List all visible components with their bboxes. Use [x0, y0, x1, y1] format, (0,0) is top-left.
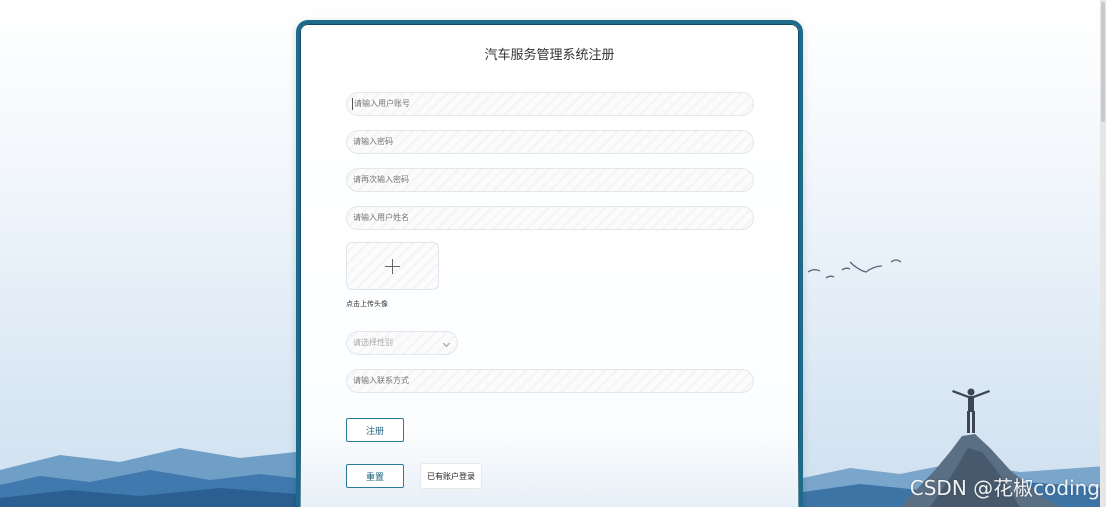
- avatar-upload[interactable]: [346, 242, 439, 290]
- name-field[interactable]: [346, 206, 754, 230]
- password-field[interactable]: [346, 130, 754, 154]
- username-field[interactable]: [346, 92, 754, 116]
- reset-button[interactable]: 重置: [346, 464, 404, 488]
- gender-placeholder: 请选择性别: [353, 338, 393, 347]
- gender-select[interactable]: 请选择性别: [346, 331, 458, 355]
- username-input[interactable]: [353, 99, 753, 108]
- register-card: 汽车服务管理系统注册 点击上传头像 请选择性别 注册 重置 已有账户登录: [296, 20, 803, 507]
- confirm-password-field[interactable]: [346, 168, 754, 192]
- text-caret: [352, 98, 353, 110]
- scrollbar-thumb[interactable]: [1101, 2, 1105, 122]
- plus-icon-vertical: [392, 259, 393, 274]
- contact-input[interactable]: [353, 376, 753, 385]
- password-input[interactable]: [353, 137, 753, 146]
- page-title: 汽车服务管理系统注册: [484, 48, 615, 63]
- page-scrollbar[interactable]: [1100, 0, 1106, 507]
- chevron-down-icon: [442, 339, 451, 348]
- register-button[interactable]: 注册: [346, 418, 404, 442]
- birds: [807, 259, 902, 279]
- watermark: CSDN @花椒coding: [909, 476, 1100, 500]
- upload-avatar-label: 点击上传头像: [346, 300, 388, 308]
- confirm-password-input[interactable]: [353, 175, 753, 184]
- person-figure: [952, 388, 990, 433]
- have-account-login-button[interactable]: 已有账户登录: [420, 463, 482, 489]
- contact-field[interactable]: [346, 369, 754, 393]
- name-input[interactable]: [353, 213, 753, 222]
